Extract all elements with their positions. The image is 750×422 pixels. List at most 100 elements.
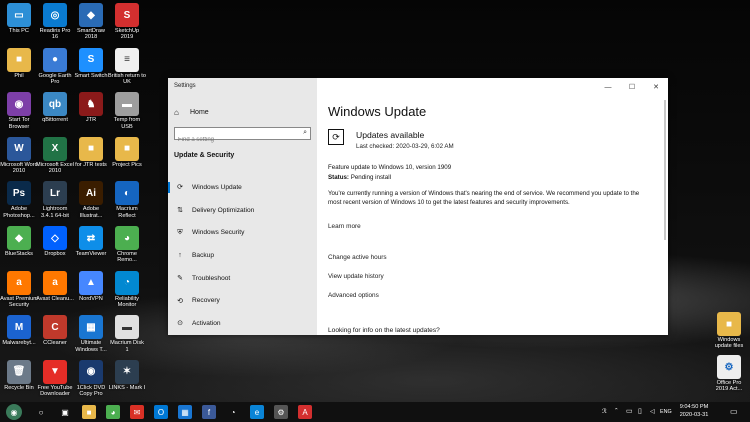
advanced-options-link[interactable]: Advanced options	[328, 292, 379, 299]
desktop-icon-bluestacks[interactable]: ◆ BlueStacks	[0, 226, 38, 257]
facebook-icon[interactable]: f	[202, 405, 216, 419]
chrome-icon[interactable]: ◕	[106, 405, 120, 419]
desktop-icon-chrome-remo[interactable]: ◕ Chrome Remo...	[108, 226, 146, 264]
language-indicator[interactable]: ENG	[660, 409, 672, 415]
outlook-icon[interactable]: O	[154, 405, 168, 419]
action-center-icon[interactable]: ▭	[730, 407, 738, 416]
desktop-icon-ultimate-windows-t[interactable]: ▦ Ultimate Windows T...	[72, 315, 110, 353]
sidebar-item-label: Delivery Optimization	[192, 206, 255, 214]
desktop-icon-windows-update-files[interactable]: ■ Windows update files	[710, 312, 748, 350]
desktop-icon-label: Phil	[14, 72, 24, 79]
people-icon[interactable]: ℛ	[602, 408, 607, 415]
minimize-button[interactable]: —	[596, 78, 620, 96]
desktop-icon-qbittorrent[interactable]: qb qBittorrent	[36, 92, 74, 123]
desktop-icon-label: SketchUp 2019	[114, 28, 140, 41]
speedometer-icon[interactable]: ◔	[226, 405, 240, 419]
desktop-icon-project-pics[interactable]: ■ Project Pics	[108, 136, 146, 168]
start-icon[interactable]: ◉	[6, 404, 22, 420]
desktop-icon-nordvpn[interactable]: ▲ NordVPN	[72, 270, 110, 302]
scrollbar[interactable]	[664, 100, 666, 240]
sidebar-item-recovery[interactable]: ⟲ Recovery	[168, 289, 317, 312]
shield-icon: ⛨	[177, 228, 183, 236]
desktop-icon-avast-cleanu[interactable]: a Avast Cleanu...	[36, 270, 74, 302]
desktop-icon-dropbox[interactable]: ◇ Dropbox	[36, 226, 74, 257]
desktop-icon-adobe-photoshop[interactable]: Ps Adobe Photoshop...	[0, 181, 38, 219]
tray-chevron-icon[interactable]: ⌃	[614, 408, 619, 414]
desktop-icon-label: Smart Switch	[74, 72, 108, 79]
macrium-disk-icon: ▬	[115, 315, 139, 340]
desktop-icon-label: BlueStacks	[5, 251, 33, 257]
desktop-icon-start-tor-browser[interactable]: ◉ Start Tor Browser	[0, 92, 38, 130]
sidebar-item-windows-security[interactable]: ⛨ Windows Security	[168, 221, 317, 244]
learn-more-link[interactable]: Learn more	[328, 223, 361, 230]
desktop-icon-microsoft-word-2010[interactable]: W Microsoft Word 2010	[0, 136, 38, 175]
home-link[interactable]: ⌂ Home	[174, 108, 209, 117]
cortana-icon[interactable]: ○	[34, 405, 48, 419]
desktop-icon-lightroom-3-4-1-64-bit[interactable]: Lr Lightroom 3.4.1 64-bit	[36, 181, 74, 219]
desktop-icon-malwarebyt[interactable]: M Malwarebyt...	[0, 315, 38, 346]
desktop-icon-label: Malwarebyt...	[2, 340, 36, 347]
qbittorrent-icon: qb	[43, 92, 67, 117]
desktop-icon-teamviewer[interactable]: ⇄ TeamViewer	[72, 226, 110, 257]
desktop-icon-1click-dvd-copy-pro[interactable]: ◉ 1Click DVD Copy Pro	[72, 359, 110, 398]
home-icon: ⌂	[174, 108, 179, 117]
desktop-icon-label: Dropbox	[44, 251, 66, 257]
acrobat-icon[interactable]: A	[298, 405, 312, 419]
gmail-icon[interactable]: ✉	[130, 405, 144, 419]
desktop-icon-smart-switch[interactable]: S Smart Switch	[72, 47, 110, 79]
desktop-icon-jtr[interactable]: ♞ JTR	[72, 92, 110, 123]
desktop-icon-google-earth-pro[interactable]: ● Google Earth Pro	[36, 47, 74, 86]
desktop-icon-smartdraw-2018[interactable]: ◆ SmartDraw 2018	[72, 3, 110, 41]
desktop-icon-microsoft-excel-2010[interactable]: X Microsoft Excel 2010	[36, 136, 74, 175]
desktop-icon-phil[interactable]: ■ Phil	[0, 47, 38, 79]
desktop-icon-temp-from-usb[interactable]: ▬ Temp from USB	[108, 92, 146, 130]
edge-icon[interactable]: e	[250, 405, 264, 419]
clock[interactable]: 9:04:50 PM 2020-03-31	[672, 404, 716, 419]
desktop-icon-british-return-to-uk[interactable]: ≡ British return to UK	[108, 47, 146, 86]
desktop-icon-free-youtube-downloader[interactable]: ▼ Free YouTube Downloader	[36, 359, 74, 398]
recycle-bin-icon: 🗑	[7, 359, 31, 384]
sidebar-item-activation[interactable]: ⊙ Activation	[168, 312, 317, 335]
desktop-icon-label: Google Earth Pro	[38, 72, 72, 85]
desktop-icon-for-jtr-tests[interactable]: ■ for JTR tests	[72, 136, 110, 168]
desktop-icon-label: Recycle Bin	[4, 384, 34, 391]
calendar-icon[interactable]: ▦	[178, 405, 192, 419]
home-label: Home	[190, 109, 209, 116]
desktop-icon-this-pc[interactable]: ▭ This PC	[0, 3, 38, 34]
desktop-icon-readiris-pro-16[interactable]: ◎ Readiris Pro 16	[36, 3, 74, 41]
photos-icon[interactable]: ▣	[58, 405, 72, 419]
youtube-downloader-icon: ▼	[43, 359, 67, 384]
page-title: Windows Update	[328, 104, 427, 119]
desktop-icon-macrium-disk-1[interactable]: ▬ Macrium Disk 1	[108, 315, 146, 353]
desktop-icon-macrium-reflect[interactable]: ◐ Macrium Reflect	[108, 181, 146, 219]
network-icon[interactable]: ▭	[626, 407, 633, 415]
desktop-icon-office-pro-2019-act[interactable]: ⚙ Office Pro 2019 Act...	[710, 355, 748, 393]
search-icon[interactable]: ⌕	[303, 129, 307, 137]
sidebar-item-backup[interactable]: ↑ Backup	[168, 244, 317, 267]
search-input[interactable]	[175, 134, 293, 146]
battery-icon[interactable]: ▯	[638, 407, 642, 415]
desktop-icon-avast-premium-security[interactable]: a Avast Premium Security	[0, 270, 38, 309]
desktop-icon-label: Adobe Photoshop...	[3, 206, 35, 219]
excel-icon: X	[43, 136, 67, 161]
desktop-icon-recycle-bin[interactable]: 🗑 Recycle Bin	[0, 359, 38, 391]
sidebar-item-troubleshoot[interactable]: ✎ Troubleshoot	[168, 267, 317, 290]
computer-icon: ▭	[7, 3, 31, 27]
desktop-icon-reliability-monitor[interactable]: ◔ Reliability Monitor	[108, 270, 146, 309]
file-explorer-icon[interactable]: ■	[82, 405, 96, 419]
search-box[interactable]: ⌕	[174, 127, 311, 146]
desktop-icon-ccleaner[interactable]: C CCleaner	[36, 315, 74, 346]
reliability-icon: ◔	[115, 270, 139, 295]
desktop-icon-sketchup-2019[interactable]: S SketchUp 2019	[108, 3, 146, 41]
avast-cleanup-icon: a	[43, 270, 67, 295]
view-update-history-link[interactable]: View update history	[328, 273, 384, 280]
settings-icon[interactable]: ⚙	[274, 405, 288, 419]
volume-icon[interactable]: ◁	[650, 408, 655, 415]
close-button[interactable]: ✕	[644, 78, 668, 96]
sidebar-item-windows-update[interactable]: ⟳ Windows Update	[168, 176, 317, 199]
desktop-icon-adobe-illustrat[interactable]: Ai Adobe Illustrat...	[72, 181, 110, 219]
sidebar-item-delivery-optimization[interactable]: ⇅ Delivery Optimization	[168, 199, 317, 222]
desktop-icon-links-mark-i[interactable]: ✶ LINKS - Mark I	[108, 359, 146, 391]
change-active-hours-link[interactable]: Change active hours	[328, 254, 387, 261]
maximize-button[interactable]: ☐	[620, 78, 644, 96]
